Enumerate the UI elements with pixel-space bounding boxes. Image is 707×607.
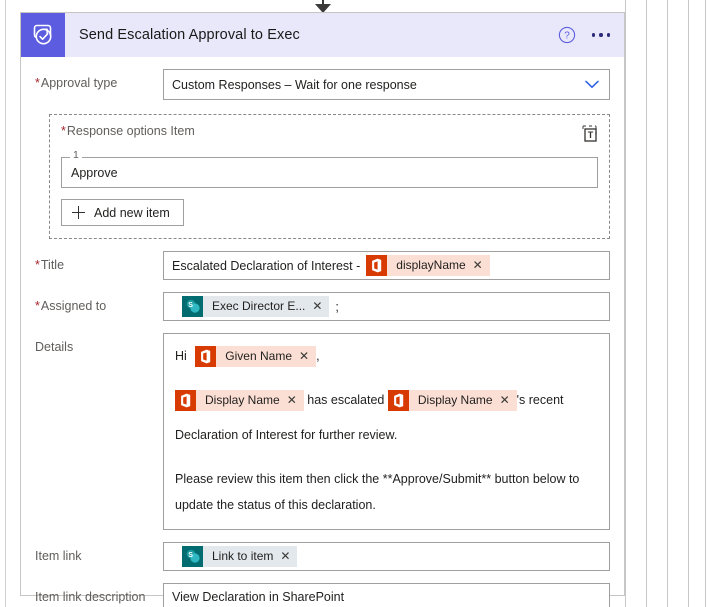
office365-icon: [387, 390, 409, 412]
response-options-header: *Response options Item T: [61, 124, 598, 148]
svg-text:?: ?: [564, 31, 570, 42]
title-label: *Title: [35, 258, 65, 272]
svg-text:T: T: [588, 130, 594, 140]
dynamic-token-link-to-item[interactable]: S Link to item ✕: [182, 546, 298, 567]
add-new-item-button[interactable]: Add new item: [61, 199, 184, 226]
field-row-item-link: Item link S Link to item ✕: [35, 542, 610, 571]
token-label: displayName: [387, 255, 473, 276]
details-line1-prefix: Hi: [175, 349, 187, 363]
token-label: Display Name: [408, 390, 500, 412]
field-row-assigned-to: *Assigned to S Exec Director E... ✕ ;: [35, 292, 610, 321]
card-header-actions: ?: [558, 26, 625, 44]
required-asterisk: *: [35, 299, 40, 313]
approval-check-icon: [21, 13, 65, 57]
required-asterisk: *: [35, 258, 40, 272]
token-label: Link to item: [203, 546, 281, 567]
close-icon[interactable]: ✕: [280, 546, 298, 567]
switch-to-text-mode-icon[interactable]: T: [581, 124, 598, 148]
sharepoint-icon: S: [182, 296, 203, 317]
details-line-3: Declaration of Interest for further revi…: [175, 428, 398, 442]
item-link-description-value: View Declaration in SharePoint: [172, 590, 345, 604]
response-option-index-label: 1: [70, 150, 82, 161]
field-row-title: *Title Escalated Declaration of Interest…: [35, 251, 610, 280]
approval-action-card: Send Escalation Approval to Exec ? *Appr…: [20, 12, 625, 607]
details-line-2: Display Name ✕ has escalated Display Nam…: [175, 387, 598, 413]
chevron-down-icon: [585, 80, 599, 89]
details-blank-line-2: [175, 457, 598, 466]
details-line1-suffix: ,: [316, 349, 320, 363]
item-link-field: S Link to item ✕: [163, 542, 610, 571]
item-link-input[interactable]: S Link to item ✕: [163, 542, 610, 571]
title-input[interactable]: Escalated Declaration of Interest - disp…: [163, 251, 610, 280]
card-header[interactable]: Send Escalation Approval to Exec ?: [21, 13, 624, 57]
sharepoint-icon: S: [182, 546, 203, 567]
item-link-label: Item link: [35, 549, 82, 563]
assigned-to-input[interactable]: S Exec Director E... ✕ ;: [163, 292, 610, 321]
field-row-item-link-description: Item link description View Declaration i…: [35, 583, 610, 607]
svg-text:S: S: [188, 552, 193, 559]
response-options-label: *Response options Item: [61, 124, 195, 138]
details-blank-line: [175, 378, 598, 387]
required-asterisk: *: [61, 124, 66, 138]
office365-icon: [366, 255, 388, 276]
details-line2-suffix: 's recent: [516, 393, 564, 407]
required-asterisk: *: [35, 76, 40, 90]
dynamic-token-display-name-b[interactable]: Display Name ✕: [387, 390, 517, 412]
close-icon[interactable]: ✕: [299, 346, 317, 368]
help-circle-icon[interactable]: ?: [558, 26, 576, 44]
token-label: Display Name: [196, 390, 287, 412]
dynamic-token-displayname[interactable]: displayName ✕: [366, 255, 490, 276]
response-options-group: *Response options Item T 1 Approve Add n…: [49, 114, 610, 239]
assigned-to-suffix: ;: [335, 299, 339, 314]
dynamic-token-given-name[interactable]: Given Name ✕: [195, 346, 317, 368]
flow-designer-canvas: Send Escalation Approval to Exec ? *Appr…: [0, 0, 707, 607]
token-label: Given Name: [216, 346, 299, 368]
details-input[interactable]: Hi Given Name ✕ , Display Name ✕ has esc…: [163, 333, 610, 530]
details-line-1: Hi Given Name ✕ ,: [175, 343, 598, 369]
ellipsis-icon[interactable]: [591, 33, 610, 37]
item-link-description-input[interactable]: View Declaration in SharePoint: [163, 583, 610, 607]
office365-icon: [195, 346, 217, 368]
approval-type-dropdown[interactable]: Custom Responses – Wait for one response: [163, 69, 610, 100]
response-option-input[interactable]: Approve: [61, 157, 598, 188]
canvas-rule-left: [5, 0, 6, 607]
approval-type-field: Custom Responses – Wait for one response: [163, 69, 610, 100]
title-prefix-text: Escalated Declaration of Interest -: [172, 258, 361, 273]
details-label: Details: [35, 340, 74, 354]
details-line2-mid: has escalated: [307, 393, 385, 407]
details-field: Hi Given Name ✕ , Display Name ✕ has esc…: [163, 333, 610, 530]
canvas-rule-1: [625, 0, 626, 607]
plus-icon: [72, 206, 85, 219]
assigned-to-field: S Exec Director E... ✕ ;: [163, 292, 610, 321]
response-option-item-1: 1 Approve: [61, 150, 598, 188]
details-line-4: Please review this item then click the *…: [175, 472, 580, 512]
field-row-details: Details Hi Given Name ✕ , Display Name ✕…: [35, 333, 610, 530]
approval-type-value: Custom Responses – Wait for one response: [172, 77, 417, 92]
field-row-approval-type: *Approval type Custom Responses – Wait f…: [35, 69, 610, 100]
response-option-value: Approve: [71, 165, 118, 180]
approval-type-label: *Approval type: [35, 76, 118, 90]
canvas-rule-3: [667, 0, 668, 607]
assigned-to-label: *Assigned to: [35, 299, 107, 313]
canvas-rule-4: [688, 0, 689, 607]
card-body: *Approval type Custom Responses – Wait f…: [21, 69, 624, 607]
close-icon[interactable]: ✕: [472, 255, 490, 276]
svg-text:S: S: [188, 302, 193, 309]
item-link-description-label: Item link description: [35, 590, 146, 604]
title-field: Escalated Declaration of Interest - disp…: [163, 251, 610, 280]
dynamic-token-display-name-a[interactable]: Display Name ✕: [175, 390, 304, 412]
canvas-rule-2: [646, 0, 647, 607]
card-title: Send Escalation Approval to Exec: [79, 27, 300, 43]
office365-icon: [175, 390, 196, 412]
item-link-description-field: View Declaration in SharePoint: [163, 583, 610, 607]
canvas-rule-5: [705, 0, 706, 607]
close-icon[interactable]: ✕: [286, 390, 304, 412]
close-icon[interactable]: ✕: [312, 296, 330, 317]
dynamic-token-exec-director[interactable]: S Exec Director E... ✕: [182, 296, 330, 317]
close-icon[interactable]: ✕: [499, 390, 517, 412]
add-new-item-label: Add new item: [94, 205, 170, 220]
token-label: Exec Director E...: [203, 296, 313, 317]
